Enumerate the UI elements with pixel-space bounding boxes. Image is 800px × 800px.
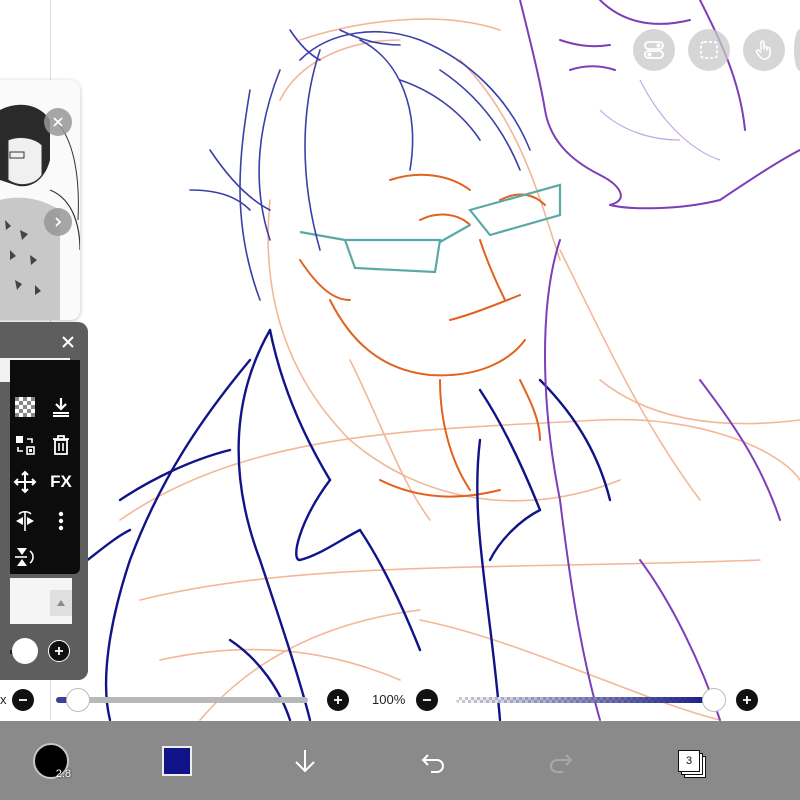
layer-opacity-plus-button[interactable] (48, 640, 70, 662)
selection-icon (700, 41, 718, 59)
plus-icon (743, 696, 751, 704)
minus-icon (19, 699, 27, 701)
color-button[interactable] (152, 721, 202, 800)
more-options-button[interactable] (46, 506, 76, 536)
drawing-canvas[interactable] (0, 0, 800, 800)
brush-opacity-plus-button[interactable] (736, 689, 758, 711)
brush-size-track[interactable] (56, 697, 308, 703)
bottom-toolbar: 2.8 3 (0, 721, 800, 800)
swap-layers-button[interactable] (10, 430, 40, 460)
arrow-down-icon (295, 749, 315, 772)
minus-icon (423, 699, 431, 701)
plus-icon (334, 696, 342, 704)
chevron-right-icon (55, 217, 62, 227)
flip-horizontal-button[interactable] (10, 506, 40, 536)
app-window: FX x 100% 2.8 3 (0, 0, 800, 800)
brush-size-plus-button[interactable] (327, 689, 349, 711)
layers-count: 3 (678, 749, 700, 772)
brush-size-knob[interactable] (66, 688, 91, 712)
touch-hand-icon (755, 40, 771, 60)
brush-opacity-label: 100% (372, 692, 406, 707)
plus-icon (55, 647, 63, 655)
layer-down-button[interactable] (280, 721, 330, 800)
color-swatch (162, 745, 192, 776)
layer-opacity-knob[interactable] (12, 638, 38, 664)
trash-icon (53, 435, 69, 455)
fx-button[interactable]: FX (46, 467, 76, 497)
brush-opacity-knob[interactable] (702, 688, 726, 712)
delete-layer-button[interactable] (46, 430, 76, 460)
redo-icon (550, 753, 573, 773)
transparency-lock-button[interactable] (10, 392, 40, 422)
brush-size-value: 2.8 (55, 767, 71, 780)
undo-icon (421, 753, 444, 773)
brush-size-minus-button[interactable] (12, 689, 34, 711)
more-vertical-icon (58, 511, 64, 531)
checkerboard-icon (15, 397, 35, 417)
partial-button[interactable] (794, 29, 800, 71)
download-icon (53, 398, 69, 417)
swap-layers-icon (16, 436, 35, 455)
undo-button[interactable] (408, 721, 458, 800)
flip-vertical-icon (15, 548, 34, 566)
reference-panel (0, 80, 80, 320)
brush-size-label: x (0, 692, 7, 707)
selection-button[interactable] (688, 29, 730, 71)
layers-button[interactable]: 3 (664, 721, 714, 800)
toggle-button[interactable] (633, 29, 675, 71)
flip-vertical-button[interactable] (10, 542, 40, 572)
move-layer-button[interactable] (10, 467, 40, 497)
flip-horizontal-icon (16, 510, 34, 531)
reference-next-button[interactable] (44, 208, 72, 236)
layer-panel-close-button[interactable] (58, 332, 78, 352)
merge-down-button[interactable] (46, 392, 76, 422)
brush-opacity-track[interactable] (456, 697, 714, 703)
redo-button[interactable] (536, 721, 586, 800)
touch-button[interactable] (743, 29, 785, 71)
triangle-up-icon (57, 600, 65, 606)
brush-button[interactable]: 2.8 (26, 721, 76, 800)
close-icon (53, 117, 63, 127)
brush-size-indicator: 2.8 (33, 742, 71, 780)
toggle-icon (644, 41, 664, 59)
blend-mode-arrow[interactable] (50, 590, 72, 616)
close-icon (62, 336, 74, 348)
reference-close-button[interactable] (44, 108, 72, 136)
move-icon (13, 470, 37, 494)
brush-opacity-minus-button[interactable] (416, 689, 438, 711)
